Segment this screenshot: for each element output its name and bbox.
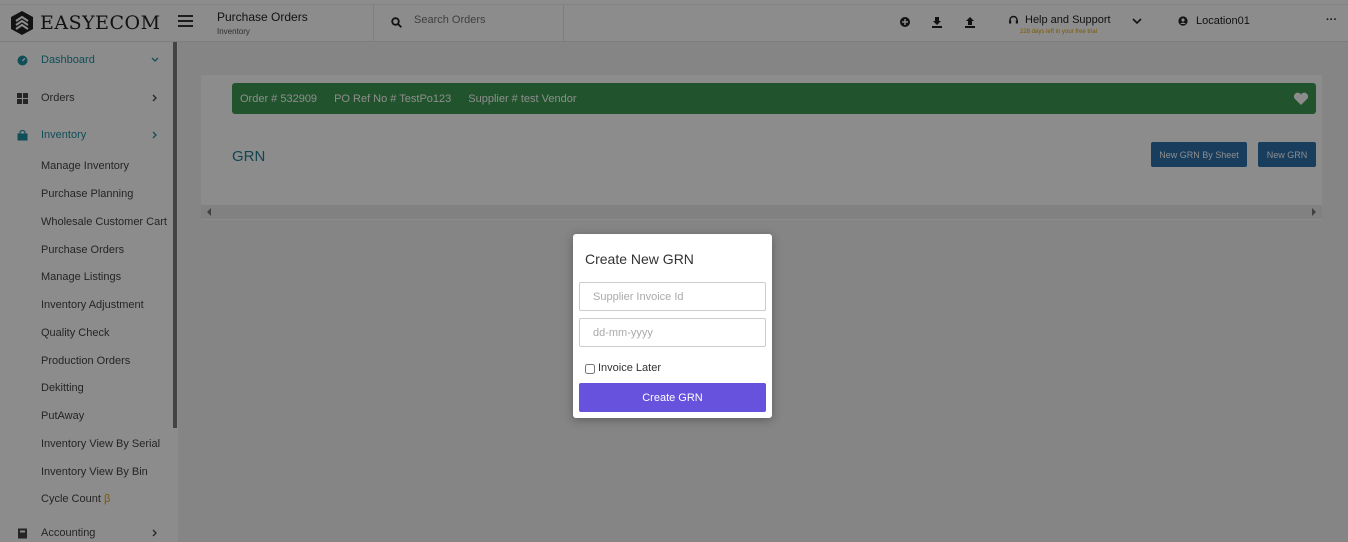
create-grn-button[interactable]: Create GRN xyxy=(579,383,766,412)
invoice-later-label: Invoice Later xyxy=(598,362,661,374)
supplier-invoice-id-input[interactable] xyxy=(579,282,766,311)
invoice-later-checkbox[interactable] xyxy=(585,364,595,374)
modal-title: Create New GRN xyxy=(585,251,694,267)
invoice-later-option[interactable]: Invoice Later xyxy=(585,362,661,374)
create-grn-modal: Create New GRN Invoice Later Create GRN xyxy=(573,234,772,418)
invoice-date-input[interactable] xyxy=(579,318,766,347)
